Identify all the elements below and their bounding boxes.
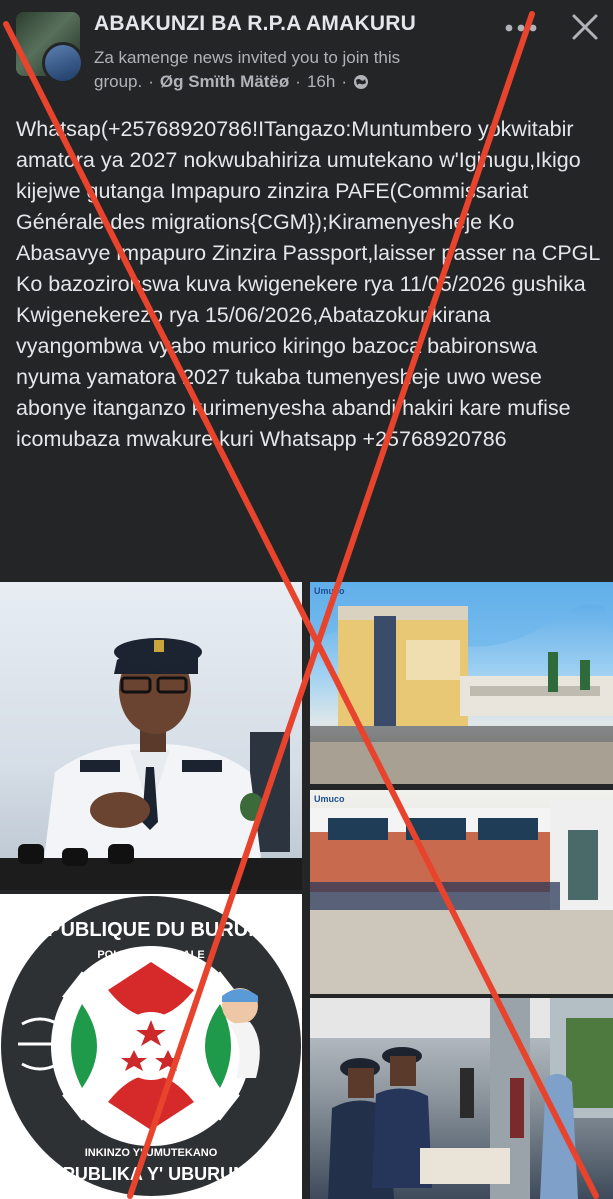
more-horizontal-icon[interactable] — [504, 22, 538, 34]
post-meta: group. · Øg Smïth Mätëø · 16h · — [94, 72, 369, 92]
close-icon[interactable] — [568, 10, 602, 44]
group-word: group. — [94, 72, 143, 91]
post-time[interactable]: 16h — [307, 72, 335, 92]
meta-separator-3: · — [341, 72, 347, 91]
logo-top-text: REPUBLIQUE DU BURUNDI — [19, 919, 282, 941]
photo-building-front[interactable]: Umuco — [310, 582, 613, 784]
user-avatar[interactable] — [42, 42, 84, 84]
photo-police-logo[interactable]: REPUBLIQUE DU BURUNDI POLICE NATIONALE I… — [0, 894, 302, 1199]
logo-sub-text: POLICE NATIONALE — [97, 949, 204, 961]
logo-bottom-text: REPUBLIKA Y' UBURUNDI — [38, 1164, 264, 1184]
building1-tag: Umuco — [314, 586, 345, 596]
author-name[interactable]: Øg Smïth Mätëø — [160, 72, 289, 92]
photo-police-officers[interactable] — [310, 998, 613, 1199]
group-name[interactable]: ABAKUNZI BA R.P.A AMAKURU — [94, 12, 416, 36]
meta-separator: · — [148, 72, 154, 91]
globe-icon[interactable] — [353, 74, 369, 90]
photo-building-courtyard[interactable]: Umuco — [310, 790, 613, 994]
building-courtyard-illustration: Umuco — [310, 794, 613, 994]
post-text: Whatsap(+25768920786!ITangazo:Muntumbero… — [16, 117, 600, 451]
logo-motto-text: INKINZO Y' UMUTEKANO — [85, 1147, 218, 1159]
meta-separator-2: · — [295, 72, 301, 91]
building2-tag: Umuco — [314, 794, 345, 804]
police-emblem: REPUBLIQUE DU BURUNDI POLICE NATIONALE I… — [1, 896, 301, 1196]
officer-illustration — [0, 638, 302, 890]
invite-text: Za kamenge news invited you to join this — [94, 48, 401, 67]
post-header: ABAKUNZI BA R.P.A AMAKURU Za kamenge new… — [0, 0, 613, 106]
photo-grid: REPUBLIQUE DU BURUNDI POLICE NATIONALE I… — [0, 582, 613, 1199]
police-officers-illustration — [310, 998, 613, 1199]
photo-police-officer[interactable] — [0, 582, 302, 890]
building-front-illustration: Umuco — [310, 582, 613, 784]
